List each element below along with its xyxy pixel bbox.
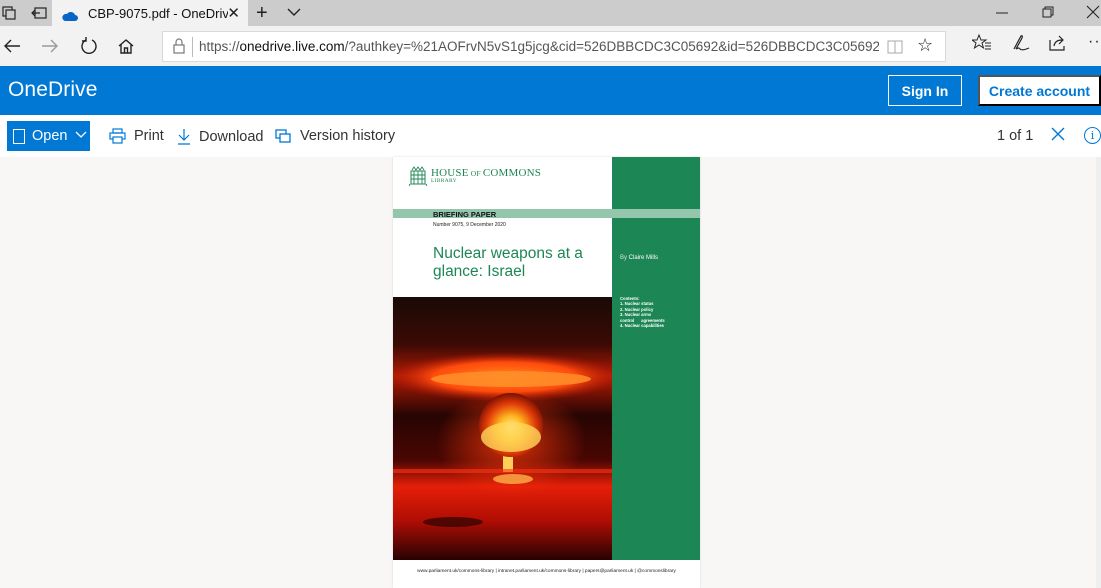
contents-item: 4. Nuclear capabilities [620, 323, 664, 329]
print-label: Print [134, 128, 164, 144]
version-history-button[interactable]: Version history [275, 128, 395, 144]
chevron-down-icon [75, 130, 87, 142]
author-prefix: By [620, 255, 629, 261]
publisher-of: OF [468, 168, 483, 178]
printer-icon [109, 128, 126, 144]
set-aside-tabs-icon[interactable] [30, 4, 48, 22]
viewer-scrollbar[interactable] [1096, 157, 1101, 588]
open-button[interactable]: Open [7, 121, 90, 151]
url-path: /?authkey=%21AOFrvN5vS1g5jcg&cid=526DBBC… [344, 39, 879, 54]
document-icon [13, 128, 25, 144]
url-host: onedrive.live.com [239, 39, 345, 54]
download-icon [177, 128, 191, 145]
document-footer: www.parliament.uk/commons-library | intr… [393, 560, 700, 588]
close-window-icon[interactable] [1086, 3, 1100, 24]
address-bar[interactable]: https://onedrive.live.com/?authkey=%21AO… [162, 31, 946, 62]
favorite-star-icon[interactable]: ☆ [917, 35, 933, 56]
print-button[interactable]: Print [109, 128, 164, 144]
restore-icon[interactable] [1041, 3, 1055, 24]
onedrive-header: OneDrive Sign In Create account [0, 66, 1101, 115]
minimize-icon[interactable] [995, 3, 1009, 24]
command-bar: Open Print Download Version history 1 of… [0, 115, 1101, 157]
tab-title: CBP-9075.pdf - OneDrive [88, 5, 228, 21]
refresh-icon[interactable] [77, 34, 101, 58]
onedrive-logo-text[interactable]: OneDrive [8, 78, 98, 102]
onedrive-cloud-icon [62, 8, 78, 21]
tab-preview-icon[interactable] [0, 4, 18, 22]
document-type: BRIEFING PAPER [433, 210, 497, 219]
version-history-icon [275, 128, 292, 144]
more-icon[interactable]: ··· [1088, 33, 1101, 51]
browser-nav-bar: https://onedrive.live.com/?authkey=%21AO… [0, 26, 1101, 66]
version-history-label: Version history [300, 128, 396, 144]
document-number: Number 9075, 9 December 2020 [433, 222, 506, 228]
close-icon[interactable] [1050, 126, 1066, 147]
home-icon[interactable] [114, 34, 138, 58]
portcullis-icon [409, 166, 427, 186]
share-icon[interactable] [1048, 34, 1068, 57]
url-scheme: https:// [199, 39, 240, 54]
publisher-house: HOUSE [431, 166, 469, 179]
page-count: 1 of 1 [997, 128, 1034, 144]
document-author: By Claire Mills [620, 255, 658, 261]
close-tab-icon[interactable]: ✕ [227, 4, 240, 22]
publisher-library: LIBRARY [431, 177, 457, 184]
divider [192, 37, 193, 57]
document-title: Nuclear weapons at a glance: Israel [433, 245, 583, 280]
open-label: Open [32, 128, 68, 144]
sign-in-button[interactable]: Sign In [888, 75, 962, 106]
chevron-down-icon[interactable] [287, 4, 301, 22]
reading-view-icon[interactable] [887, 39, 903, 60]
lock-icon [172, 38, 186, 54]
favorites-list-icon[interactable] [970, 33, 992, 57]
forward-arrow-icon[interactable] [38, 34, 62, 58]
contents-item: 3. Nuclear arms control agreements [620, 312, 665, 323]
publisher-commons: COMMONS [482, 166, 542, 179]
back-arrow-icon[interactable] [0, 34, 24, 58]
url-text[interactable]: https://onedrive.live.com/?authkey=%21AO… [199, 39, 879, 54]
pdf-page: HOUSE OF COMMONS LIBRARY BRIEFING PAPER … [393, 157, 700, 588]
browser-tab-strip: CBP-9075.pdf - OneDrive ✕ + [0, 0, 1101, 26]
download-button[interactable]: Download [177, 128, 264, 145]
download-label: Download [199, 128, 264, 145]
nuclear-mushroom-cloud-photo [393, 297, 612, 560]
create-account-button[interactable]: Create account [978, 75, 1101, 106]
author-name: Claire Mills [628, 255, 659, 261]
new-tab-button[interactable]: + [256, 2, 268, 25]
pen-icon[interactable] [1011, 34, 1031, 57]
pdf-viewer: HOUSE OF COMMONS LIBRARY BRIEFING PAPER … [0, 157, 1101, 588]
info-icon[interactable]: i [1084, 127, 1101, 144]
active-tab[interactable]: CBP-9075.pdf - OneDrive ✕ [52, 0, 248, 26]
house-of-commons-library-logo: HOUSE OF COMMONS LIBRARY [409, 166, 541, 186]
contents-list: Contents: 1. Nuclear status 2. Nuclear p… [620, 296, 676, 328]
